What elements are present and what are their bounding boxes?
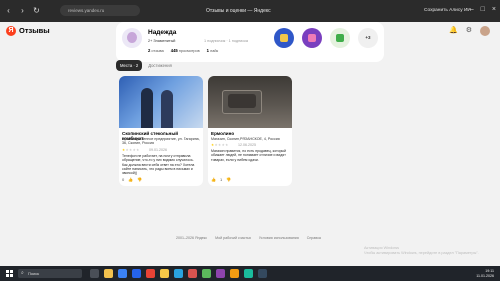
thumbs-down-icon[interactable]: 👎 bbox=[226, 177, 231, 182]
place-address: Производственное предприятие, ул. Гагари… bbox=[122, 137, 200, 146]
rating-stars: ★★★★★ bbox=[122, 148, 140, 152]
footer-link[interactable]: Условия использования bbox=[259, 236, 299, 240]
review-text: Магазин нравится, но есть продавец, кото… bbox=[211, 149, 286, 162]
back-icon[interactable]: ‹ bbox=[4, 6, 13, 15]
telegram-icon[interactable] bbox=[174, 269, 183, 278]
tab-achievements[interactable]: Достижения bbox=[144, 60, 176, 71]
badge-icon[interactable] bbox=[302, 28, 322, 48]
review-photo[interactable] bbox=[208, 76, 292, 128]
address-bar[interactable]: reviews.yandex.ru bbox=[60, 5, 140, 16]
reload-icon[interactable]: ↻ bbox=[32, 6, 41, 15]
minimize-icon[interactable]: – bbox=[470, 6, 474, 13]
app-icon[interactable] bbox=[230, 269, 239, 278]
store-icon[interactable] bbox=[118, 269, 127, 278]
review-actions: 👍 1 👎 bbox=[211, 177, 231, 182]
review-actions: 0 👍 👎 bbox=[122, 177, 142, 182]
maximize-icon[interactable]: □ bbox=[481, 6, 485, 13]
place-address: Магазин, Скопин,РЯЗАНСКОЕ, 4, Россия bbox=[211, 137, 280, 141]
tab-title: Отзывы и оценки — Яндекс bbox=[206, 8, 271, 14]
stat-views: 445 просмотров bbox=[170, 48, 200, 53]
review-text: Телефон не работает, на почту отправила … bbox=[122, 154, 195, 176]
close-icon[interactable]: × bbox=[492, 6, 496, 13]
footer-link[interactable]: Справка bbox=[307, 236, 321, 240]
achievement-badges: +3 bbox=[274, 28, 378, 48]
badge-icon[interactable] bbox=[274, 28, 294, 48]
review-card[interactable]: Скопинский стекольный комбинат Производс… bbox=[119, 76, 203, 186]
site-title[interactable]: Отзывы bbox=[19, 26, 50, 35]
like-count: 0 bbox=[122, 177, 125, 182]
stat-reviews: 2 отзыва bbox=[148, 48, 164, 53]
thumbs-up-icon[interactable]: 👍 bbox=[211, 177, 216, 182]
profile-level: 2+ Знаменитый bbox=[148, 39, 176, 43]
app-icon[interactable] bbox=[244, 269, 253, 278]
browser-nav: ‹ › ↻ bbox=[4, 6, 41, 15]
profile-avatar bbox=[122, 28, 142, 48]
page-footer: 2001–2026 Яндекс Мой рабочий счастья Усл… bbox=[176, 236, 321, 240]
bell-icon[interactable]: 🔔 bbox=[449, 26, 458, 36]
review-date: 09.01.2026 bbox=[149, 148, 167, 152]
thumbs-down-icon[interactable]: 👎 bbox=[137, 177, 142, 182]
app-icon[interactable] bbox=[202, 269, 211, 278]
profile-subscriptions[interactable]: 1 подписчик · 1 подписка bbox=[204, 39, 248, 43]
mail-icon[interactable] bbox=[132, 269, 141, 278]
save-button[interactable]: Сохранить Алису ИИ bbox=[424, 8, 471, 13]
review-date: 12.06.2025 bbox=[238, 143, 256, 147]
stat-likes: 1 лайк bbox=[206, 48, 219, 53]
windows-start-icon[interactable] bbox=[6, 270, 13, 277]
yandex-browser-icon[interactable] bbox=[160, 269, 169, 278]
avatar[interactable] bbox=[480, 26, 490, 36]
taskbar-apps bbox=[90, 269, 267, 278]
like-count: 1 bbox=[219, 177, 223, 182]
browser-bar: ‹ › ↻ reviews.yandex.ru Отзывы и оценки … bbox=[0, 0, 500, 22]
app-icon[interactable] bbox=[216, 269, 225, 278]
badge-icon[interactable] bbox=[330, 28, 350, 48]
search-icon: ⌕ bbox=[21, 270, 24, 276]
taskbar: ⌕ Поиск 19:11 11.01.2026 bbox=[0, 266, 500, 281]
windows-activation-notice: Активация Windows Чтобы активировать Win… bbox=[364, 246, 479, 255]
taskbar-search[interactable]: ⌕ Поиск bbox=[18, 269, 82, 278]
yandex-logo-icon[interactable]: Я bbox=[6, 26, 16, 36]
rating-stars: ★★★★★ bbox=[211, 143, 229, 147]
profile-name: Надежда bbox=[148, 29, 177, 36]
footer-link[interactable]: Мой рабочий счастья bbox=[215, 236, 251, 240]
profile-card: Надежда 2+ Знаменитый 1 подписчик · 1 по… bbox=[116, 22, 384, 62]
review-card[interactable]: Ермолино Магазин, Скопин,РЯЗАНСКОЕ, 4, Р… bbox=[208, 76, 292, 186]
forward-icon[interactable]: › bbox=[18, 6, 27, 15]
review-photo[interactable] bbox=[119, 76, 203, 128]
place-title[interactable]: Ермолино bbox=[211, 131, 289, 136]
tab-places[interactable]: Места · 2 bbox=[116, 60, 143, 71]
system-tray-clock[interactable]: 19:11 11.01.2026 bbox=[476, 269, 494, 278]
explorer-icon[interactable] bbox=[104, 269, 113, 278]
header-actions: 🔔 ⚙ bbox=[449, 26, 490, 36]
gear-icon[interactable]: ⚙ bbox=[466, 26, 472, 36]
app-icon[interactable] bbox=[258, 269, 267, 278]
chrome-icon[interactable] bbox=[146, 269, 155, 278]
task-view-icon[interactable] bbox=[90, 269, 99, 278]
more-badges-button[interactable]: +3 bbox=[358, 28, 378, 48]
profile-tabs: Места · 2 Достижения bbox=[116, 60, 176, 71]
app-icon[interactable] bbox=[188, 269, 197, 278]
window-controls: – □ × bbox=[470, 6, 496, 13]
thumbs-up-icon[interactable]: 👍 bbox=[128, 177, 133, 182]
profile-stats: 2 отзыва 445 просмотров 1 лайк bbox=[148, 48, 218, 53]
footer-copyright: 2001–2026 Яндекс bbox=[176, 236, 208, 240]
